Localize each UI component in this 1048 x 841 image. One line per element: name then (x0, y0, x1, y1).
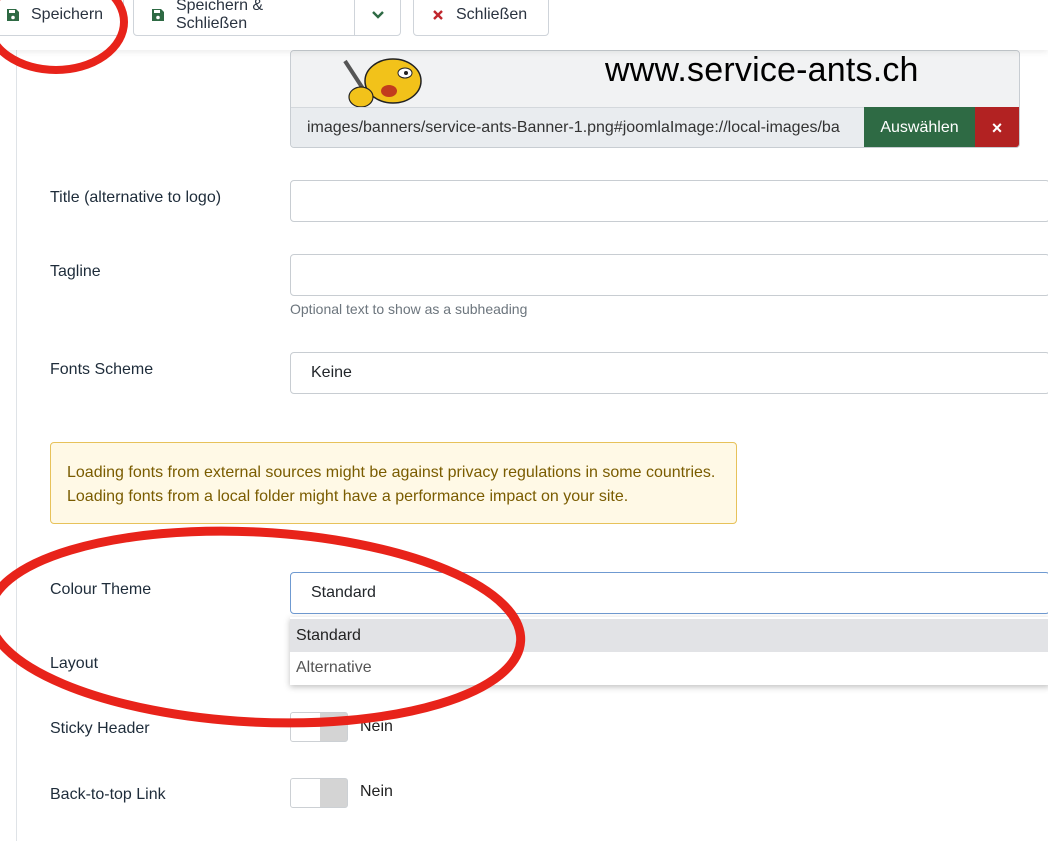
colour-theme-select[interactable]: Standard (290, 572, 1048, 614)
back-to-top-toggle[interactable] (290, 778, 348, 808)
logo-media-field: www.service-ants.ch images/banners/servi… (290, 50, 1020, 148)
tagline-input[interactable] (290, 254, 1048, 296)
floppy-disk-icon (5, 7, 21, 23)
layout-label: Layout (50, 655, 99, 672)
close-button-label: Schließen (456, 6, 528, 23)
colour-option-alternative[interactable]: Alternative (290, 651, 1048, 684)
colour-theme-value: Standard (311, 584, 376, 601)
alert-line-1: Loading fonts from external sources migh… (67, 464, 716, 481)
colour-option-standard[interactable]: Standard (290, 619, 1048, 652)
save-and-close-button[interactable]: Speichern & Schließen (133, 0, 355, 36)
save-and-close-label: Speichern & Schließen (175, 0, 264, 32)
close-icon (430, 7, 446, 23)
logo-preview-image: www.service-ants.ch (291, 51, 1019, 107)
fonts-scheme-label: Fonts Scheme (50, 361, 154, 378)
colour-theme-label: Colour Theme (50, 581, 152, 598)
clear-image-button[interactable]: × (975, 107, 1019, 147)
logo-path-input[interactable]: images/banners/service-ants-Banner-1.png… (291, 107, 864, 147)
alert-line-2: Loading fonts from a local folder might … (67, 488, 629, 505)
toggle-knob (291, 713, 320, 741)
content-divider (16, 50, 17, 841)
chevron-down-icon (370, 7, 386, 23)
save-button[interactable]: Speichern (0, 0, 124, 36)
save-options-dropdown-button[interactable] (354, 0, 401, 36)
fonts-scheme-select[interactable]: Keine (290, 352, 1048, 394)
save-button-label: Speichern (31, 6, 104, 23)
tagline-label: Tagline (50, 263, 101, 280)
fonts-warning-alert: Loading fonts from external sources migh… (50, 442, 737, 524)
tagline-hint: Optional text to show as a subheading (290, 301, 528, 317)
sticky-header-value: Nein (360, 718, 393, 735)
floppy-disk-icon (150, 7, 166, 23)
colour-theme-dropdown-list: Standard Alternative (290, 617, 1048, 685)
ant-mascot-icon (343, 58, 422, 107)
logo-banner-text: www.service-ants.ch (605, 51, 919, 89)
back-to-top-label: Back-to-top Link (50, 786, 166, 803)
sticky-header-toggle[interactable] (290, 712, 348, 742)
sticky-header-label: Sticky Header (50, 720, 150, 737)
back-to-top-value: Nein (360, 783, 393, 800)
title-label: Title (alternative to logo) (50, 189, 222, 206)
toolbar: Speichern Speichern & Schließen Schließe… (0, 0, 1048, 50)
close-button[interactable]: Schließen (413, 0, 549, 36)
title-input[interactable] (290, 180, 1048, 222)
select-image-button[interactable]: Auswählen (864, 107, 975, 147)
fonts-scheme-value: Keine (311, 364, 352, 381)
toggle-knob (291, 779, 320, 807)
